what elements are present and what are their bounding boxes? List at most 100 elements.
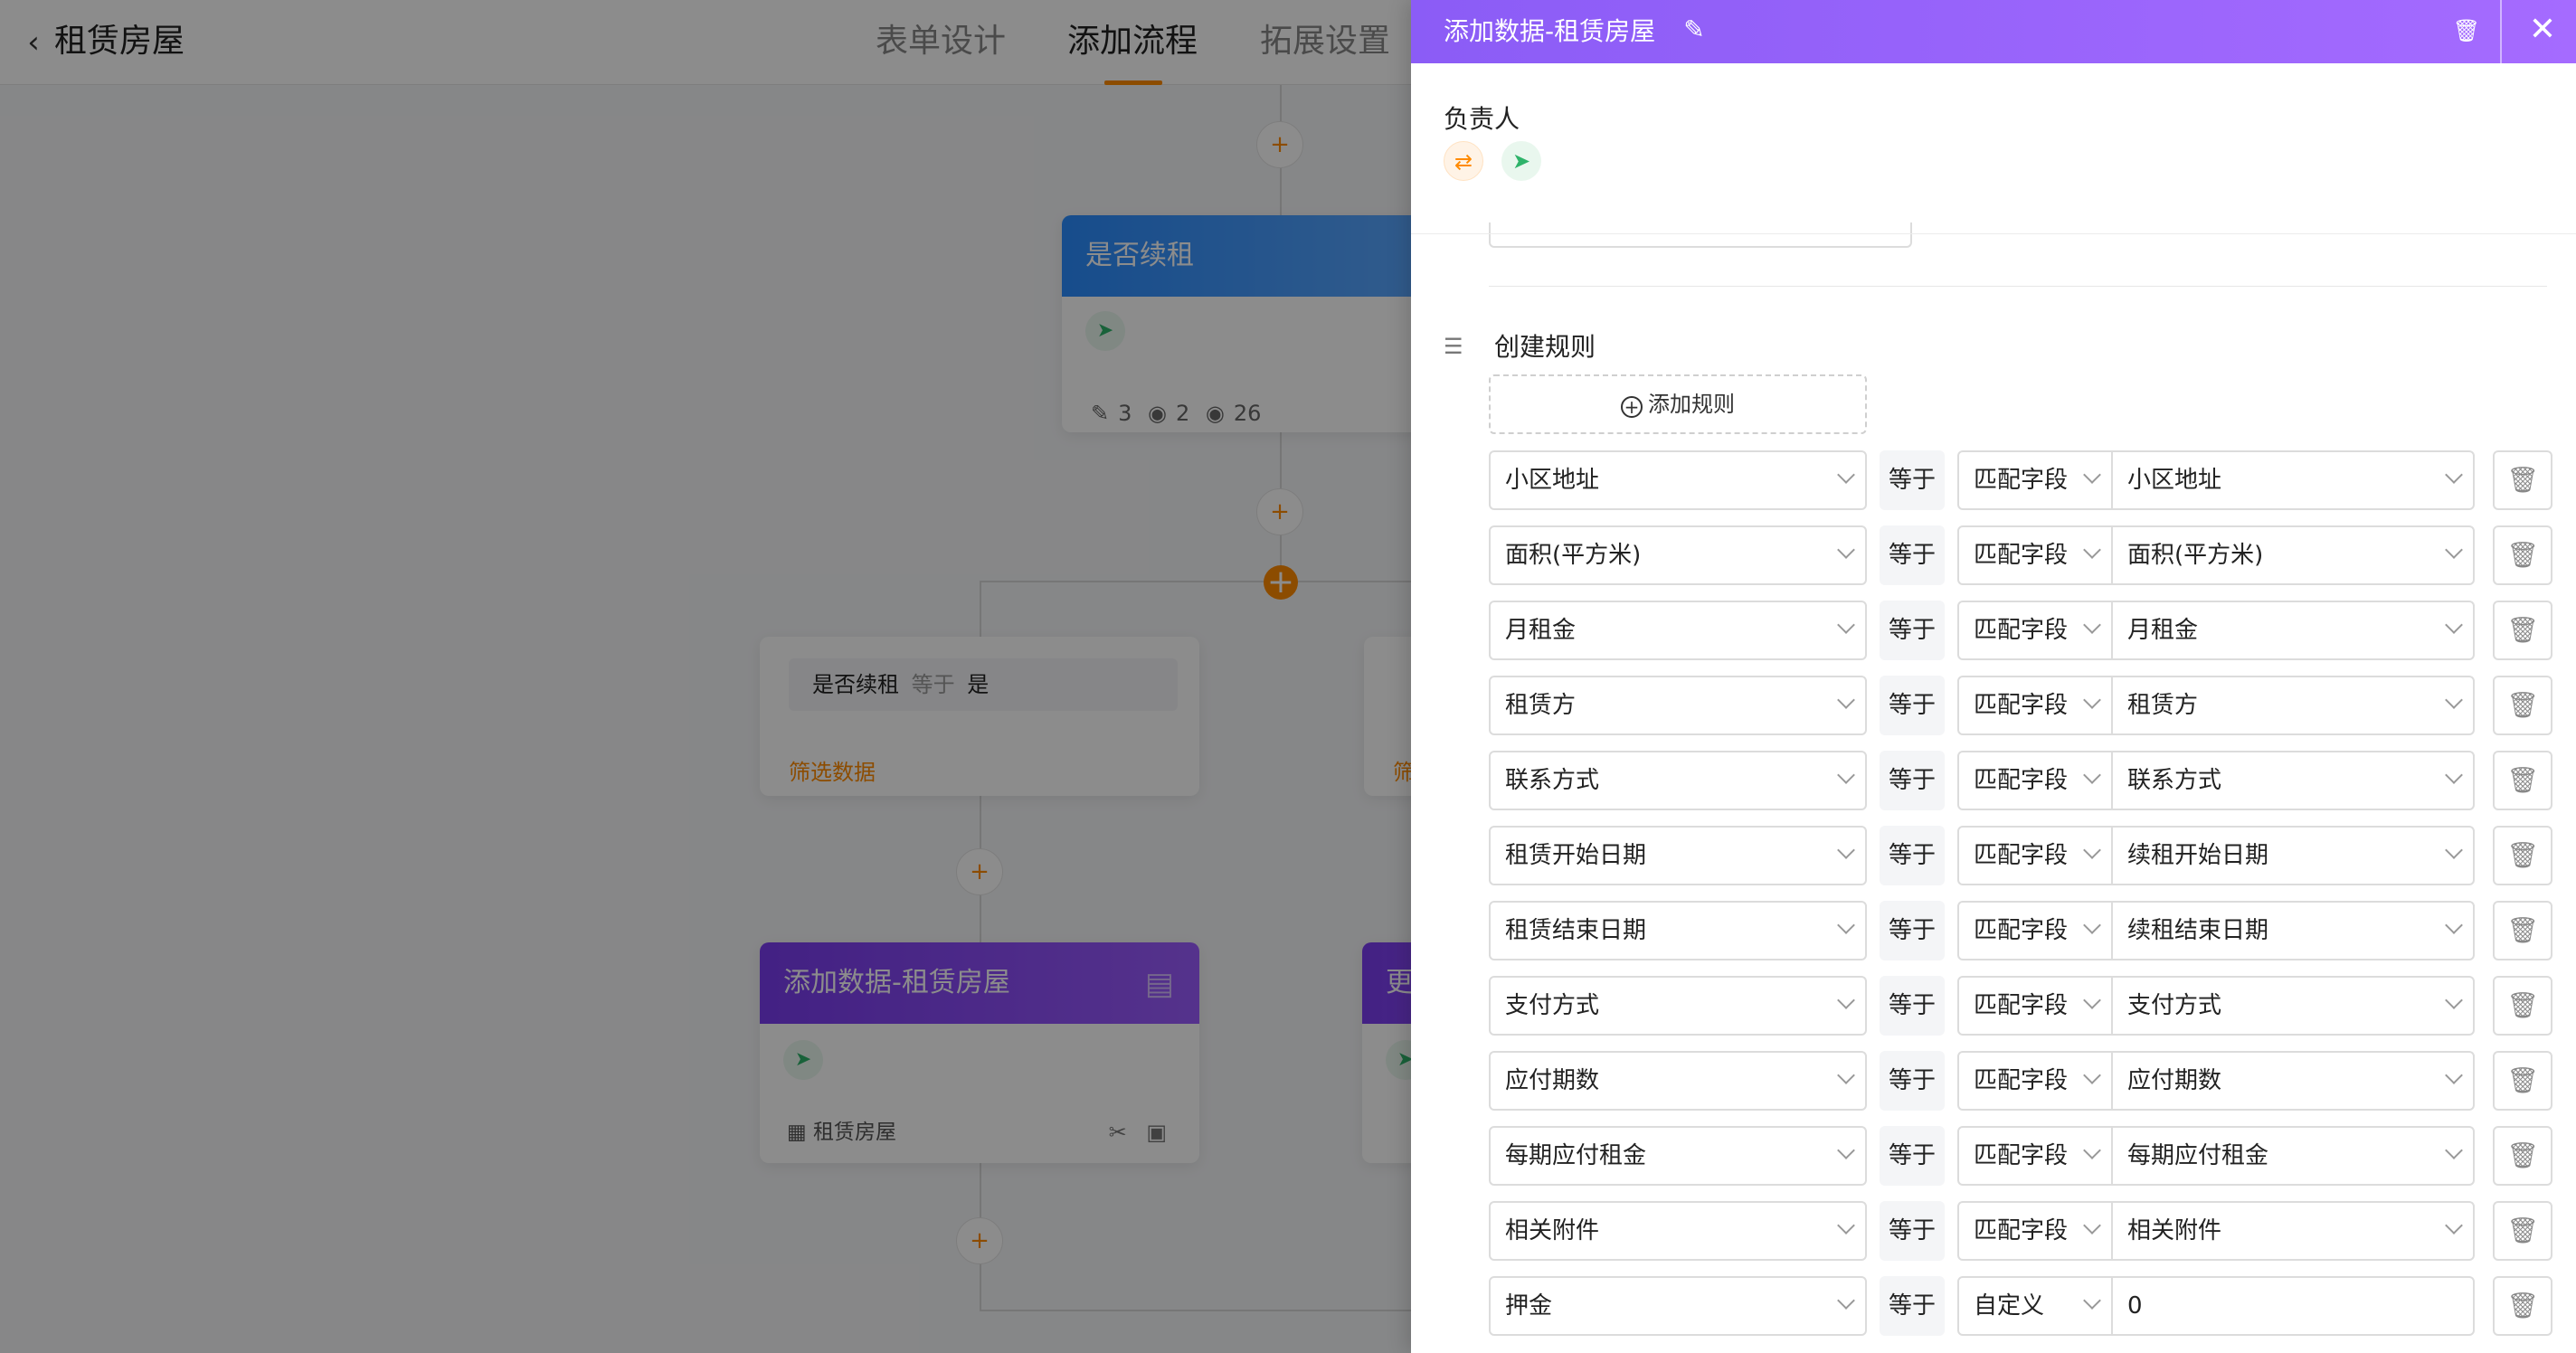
rule-mode-text: 匹配字段 bbox=[1974, 992, 2069, 1019]
rule-field-select[interactable]: 每期应付租金 bbox=[1489, 1126, 1867, 1186]
section-divider bbox=[1489, 286, 2547, 287]
delete-rule-icon[interactable]: 🗑 bbox=[2493, 1051, 2552, 1111]
delete-rule-icon[interactable]: 🗑 bbox=[2493, 450, 2552, 510]
rule-row: 租赁开始日期 等于 匹配字段 续租开始日期 🗑 bbox=[1489, 826, 2565, 885]
delete-rule-icon[interactable]: 🗑 bbox=[2493, 1276, 2552, 1336]
delete-rule-icon[interactable]: 🗑 bbox=[2493, 976, 2552, 1036]
rule-field-select[interactable]: 相关附件 bbox=[1489, 1201, 1867, 1261]
delete-rule-icon[interactable]: 🗑 bbox=[2493, 901, 2552, 960]
delete-rule-icon[interactable]: 🗑 bbox=[2493, 525, 2552, 585]
plus-circle-icon: + bbox=[1621, 396, 1643, 418]
rule-mode-select[interactable]: 自定义 bbox=[1957, 1276, 2113, 1336]
swap-icon[interactable]: ⇄ bbox=[1444, 141, 1483, 181]
chevron-down-icon bbox=[1837, 1292, 1855, 1310]
rule-operator: 等于 bbox=[1880, 525, 1945, 585]
rule-operator: 等于 bbox=[1880, 976, 1945, 1036]
rule-value-text: 相关附件 bbox=[2127, 1217, 2222, 1244]
rule-mode-select[interactable]: 匹配字段 bbox=[1957, 676, 2113, 735]
rule-value-select[interactable]: 续租开始日期 bbox=[2111, 826, 2475, 885]
rule-value-text: 租赁方 bbox=[2127, 692, 2199, 719]
rule-value-text: 续租结束日期 bbox=[2127, 917, 2269, 944]
rule-operator: 等于 bbox=[1880, 751, 1945, 810]
scrolled-input-box[interactable] bbox=[1489, 222, 1912, 248]
rule-value-select[interactable]: 应付期数 bbox=[2111, 1051, 2475, 1111]
chevron-down-icon bbox=[1837, 916, 1855, 934]
chevron-down-icon bbox=[2445, 466, 2463, 484]
rule-mode-text: 匹配字段 bbox=[1974, 917, 2069, 944]
rules-title: 创建规则 bbox=[1494, 332, 1596, 362]
close-icon[interactable]: ✕ bbox=[2520, 7, 2565, 52]
rule-field-select[interactable]: 小区地址 bbox=[1489, 450, 1867, 510]
rule-mode-select[interactable]: 匹配字段 bbox=[1957, 601, 2113, 660]
delete-rule-icon[interactable]: 🗑 bbox=[2493, 676, 2552, 735]
rule-value-text: 每期应付租金 bbox=[2127, 1142, 2269, 1169]
delete-rule-icon[interactable]: 🗑 bbox=[2493, 601, 2552, 660]
rule-value-select[interactable]: 租赁方 bbox=[2111, 676, 2475, 735]
rule-mode-select[interactable]: 匹配字段 bbox=[1957, 826, 2113, 885]
chevron-down-icon bbox=[2083, 766, 2101, 784]
chevron-down-icon bbox=[1837, 766, 1855, 784]
rule-field-select[interactable]: 面积(平方米) bbox=[1489, 525, 1867, 585]
add-rule-button[interactable]: + 添加规则 bbox=[1489, 374, 1867, 434]
rule-value-select[interactable]: 联系方式 bbox=[2111, 751, 2475, 810]
rule-row: 每期应付租金 等于 匹配字段 每期应付租金 🗑 bbox=[1489, 1126, 2565, 1186]
delete-rule-icon[interactable]: 🗑 bbox=[2493, 751, 2552, 810]
rule-mode-select[interactable]: 匹配字段 bbox=[1957, 1201, 2113, 1261]
rule-value-select[interactable]: 续租结束日期 bbox=[2111, 901, 2475, 960]
rule-mode-text: 自定义 bbox=[1974, 1292, 2045, 1320]
rule-value-text: 面积(平方米) bbox=[2127, 542, 2264, 569]
rule-value-text: 支付方式 bbox=[2127, 992, 2222, 1019]
chevron-down-icon bbox=[2083, 1066, 2101, 1084]
rule-mode-select[interactable]: 匹配字段 bbox=[1957, 751, 2113, 810]
rule-value-select[interactable]: 每期应付租金 bbox=[2111, 1126, 2475, 1186]
rule-mode-text: 匹配字段 bbox=[1974, 1217, 2069, 1244]
drawer-header: 添加数据-租赁房屋 ✎ 🗑 ✕ bbox=[1411, 0, 2576, 63]
rule-value-select[interactable]: 面积(平方米) bbox=[2111, 525, 2475, 585]
rule-row: 租赁结束日期 等于 匹配字段 续租结束日期 🗑 bbox=[1489, 901, 2565, 960]
delete-rule-icon[interactable]: 🗑 bbox=[2493, 1201, 2552, 1261]
rule-field-select[interactable]: 联系方式 bbox=[1489, 751, 1867, 810]
chevron-down-icon bbox=[2083, 991, 2101, 1009]
rule-field-select[interactable]: 租赁开始日期 bbox=[1489, 826, 1867, 885]
rule-field-text: 联系方式 bbox=[1505, 767, 1600, 794]
rule-operator: 等于 bbox=[1880, 1126, 1945, 1186]
delete-node-icon[interactable]: 🗑 bbox=[2451, 13, 2482, 49]
send-icon[interactable]: ➤ bbox=[1501, 141, 1541, 181]
chevron-down-icon bbox=[1837, 466, 1855, 484]
rule-mode-select[interactable]: 匹配字段 bbox=[1957, 901, 2113, 960]
chevron-down-icon bbox=[2083, 1292, 2101, 1310]
rule-field-select[interactable]: 支付方式 bbox=[1489, 976, 1867, 1036]
rule-mode-text: 匹配字段 bbox=[1974, 842, 2069, 869]
rule-mode-select[interactable]: 匹配字段 bbox=[1957, 976, 2113, 1036]
rule-value-text: 月租金 bbox=[2127, 617, 2199, 644]
rule-field-select[interactable]: 租赁结束日期 bbox=[1489, 901, 1867, 960]
rule-mode-text: 匹配字段 bbox=[1974, 542, 2069, 569]
rule-mode-select[interactable]: 匹配字段 bbox=[1957, 1126, 2113, 1186]
chevron-down-icon bbox=[2083, 466, 2101, 484]
rule-value-input[interactable]: 0 bbox=[2111, 1276, 2475, 1336]
rule-field-select[interactable]: 应付期数 bbox=[1489, 1051, 1867, 1111]
rule-field-select[interactable]: 月租金 bbox=[1489, 601, 1867, 660]
rule-field-text: 应付期数 bbox=[1505, 1067, 1600, 1094]
rule-value-select[interactable]: 支付方式 bbox=[2111, 976, 2475, 1036]
edit-title-icon[interactable]: ✎ bbox=[1679, 14, 1709, 45]
rule-value-select[interactable]: 小区地址 bbox=[2111, 450, 2475, 510]
delete-rule-icon[interactable]: 🗑 bbox=[2493, 1126, 2552, 1186]
rule-value-select[interactable]: 相关附件 bbox=[2111, 1201, 2475, 1261]
rule-operator: 等于 bbox=[1880, 1201, 1945, 1261]
rule-mode-text: 匹配字段 bbox=[1974, 617, 2069, 644]
rule-operator: 等于 bbox=[1880, 450, 1945, 510]
rule-field-select[interactable]: 押金 bbox=[1489, 1276, 1867, 1336]
rule-mode-select[interactable]: 匹配字段 bbox=[1957, 525, 2113, 585]
chevron-down-icon bbox=[2083, 1141, 2101, 1159]
rule-field-text: 相关附件 bbox=[1505, 1217, 1600, 1244]
delete-rule-icon[interactable]: 🗑 bbox=[2493, 826, 2552, 885]
chevron-down-icon bbox=[1837, 841, 1855, 859]
rule-field-select[interactable]: 租赁方 bbox=[1489, 676, 1867, 735]
chevron-down-icon bbox=[2445, 991, 2463, 1009]
rule-mode-select[interactable]: 匹配字段 bbox=[1957, 450, 2113, 510]
rule-row: 相关附件 等于 匹配字段 相关附件 🗑 bbox=[1489, 1201, 2565, 1261]
rule-mode-select[interactable]: 匹配字段 bbox=[1957, 1051, 2113, 1111]
owner-label: 负责人 bbox=[1444, 104, 1520, 134]
rule-value-select[interactable]: 月租金 bbox=[2111, 601, 2475, 660]
